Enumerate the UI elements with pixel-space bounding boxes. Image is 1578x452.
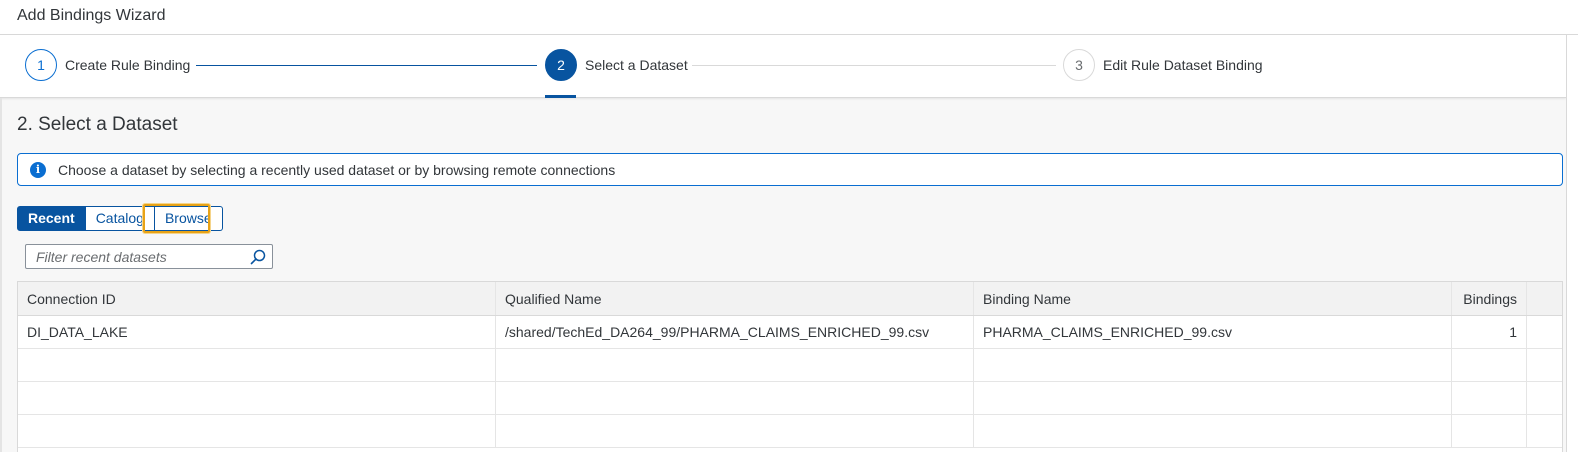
title-bar: Add Bindings Wizard (0, 0, 1578, 35)
table-row[interactable]: DI_DATA_LAKE /shared/TechEd_DA264_99/PHA… (18, 316, 1562, 349)
step-connector-1 (196, 65, 537, 66)
empty-cell (496, 349, 974, 381)
empty-cell (1452, 382, 1527, 414)
empty-cell (18, 382, 496, 414)
column-header-binding-name[interactable]: Binding Name (974, 282, 1452, 315)
empty-cell (496, 382, 974, 414)
cell-qualified-name: /shared/TechEd_DA264_99/PHARMA_CLAIMS_EN… (496, 316, 974, 348)
recent-datasets-table: Connection ID Qualified Name Binding Nam… (17, 281, 1563, 452)
empty-cell (1452, 415, 1527, 447)
empty-cell (1452, 349, 1527, 381)
empty-cell (974, 349, 1452, 381)
step-3-indicator[interactable]: 3 (1063, 49, 1095, 81)
step-2-label[interactable]: Select a Dataset (585, 57, 688, 73)
column-header-qualified-name[interactable]: Qualified Name (496, 282, 974, 315)
right-scroll-edge (1566, 35, 1578, 452)
empty-cell (974, 382, 1452, 414)
step-3-label[interactable]: Edit Rule Dataset Binding (1103, 57, 1263, 73)
tab-browse[interactable]: Browse (154, 206, 223, 231)
step-2-indicator[interactable]: 2 (545, 49, 577, 81)
column-header-connection-id[interactable]: Connection ID (18, 282, 496, 315)
left-border (0, 98, 2, 452)
table-row-empty (18, 415, 1562, 448)
wizard-progress-bar: 1 Create Rule Binding 2 Select a Dataset… (0, 35, 1566, 98)
step-connector-2 (692, 65, 1056, 66)
section-title: 2. Select a Dataset (17, 114, 178, 135)
column-header-spacer (1527, 282, 1562, 315)
info-message-text: Choose a dataset by selecting a recently… (58, 162, 616, 178)
search-icon[interactable] (250, 249, 266, 265)
table-header: Connection ID Qualified Name Binding Nam… (18, 282, 1562, 316)
empty-cell (18, 349, 496, 381)
cell-connection-id: DI_DATA_LAKE (18, 316, 496, 348)
tab-catalog[interactable]: Catalog (85, 206, 155, 231)
info-message-strip: i Choose a dataset by selecting a recent… (17, 153, 1563, 186)
filter-recent-datasets-input[interactable] (36, 248, 241, 266)
step-1-indicator[interactable]: 1 (25, 49, 57, 81)
cell-binding-name: PHARMA_CLAIMS_ENRICHED_99.csv (974, 316, 1452, 348)
empty-cell (18, 415, 496, 447)
table-row-empty (18, 349, 1562, 382)
cell-bindings-count: 1 (1452, 316, 1527, 348)
info-icon: i (30, 162, 46, 178)
empty-cell (974, 415, 1452, 447)
empty-cell (1527, 415, 1562, 447)
active-step-underline (545, 95, 576, 98)
tab-recent[interactable]: Recent (17, 206, 86, 231)
column-header-bindings[interactable]: Bindings (1452, 282, 1527, 315)
empty-cell (1527, 349, 1562, 381)
dataset-source-segmented-button: Recent Catalog Browse (17, 206, 223, 231)
empty-cell (1527, 382, 1562, 414)
table-row-empty (18, 382, 1562, 415)
empty-cell (496, 415, 974, 447)
filter-search-field (25, 244, 273, 269)
step-1-label[interactable]: Create Rule Binding (65, 57, 190, 73)
cell-spacer (1527, 316, 1562, 348)
window-title: Add Bindings Wizard (17, 7, 166, 24)
